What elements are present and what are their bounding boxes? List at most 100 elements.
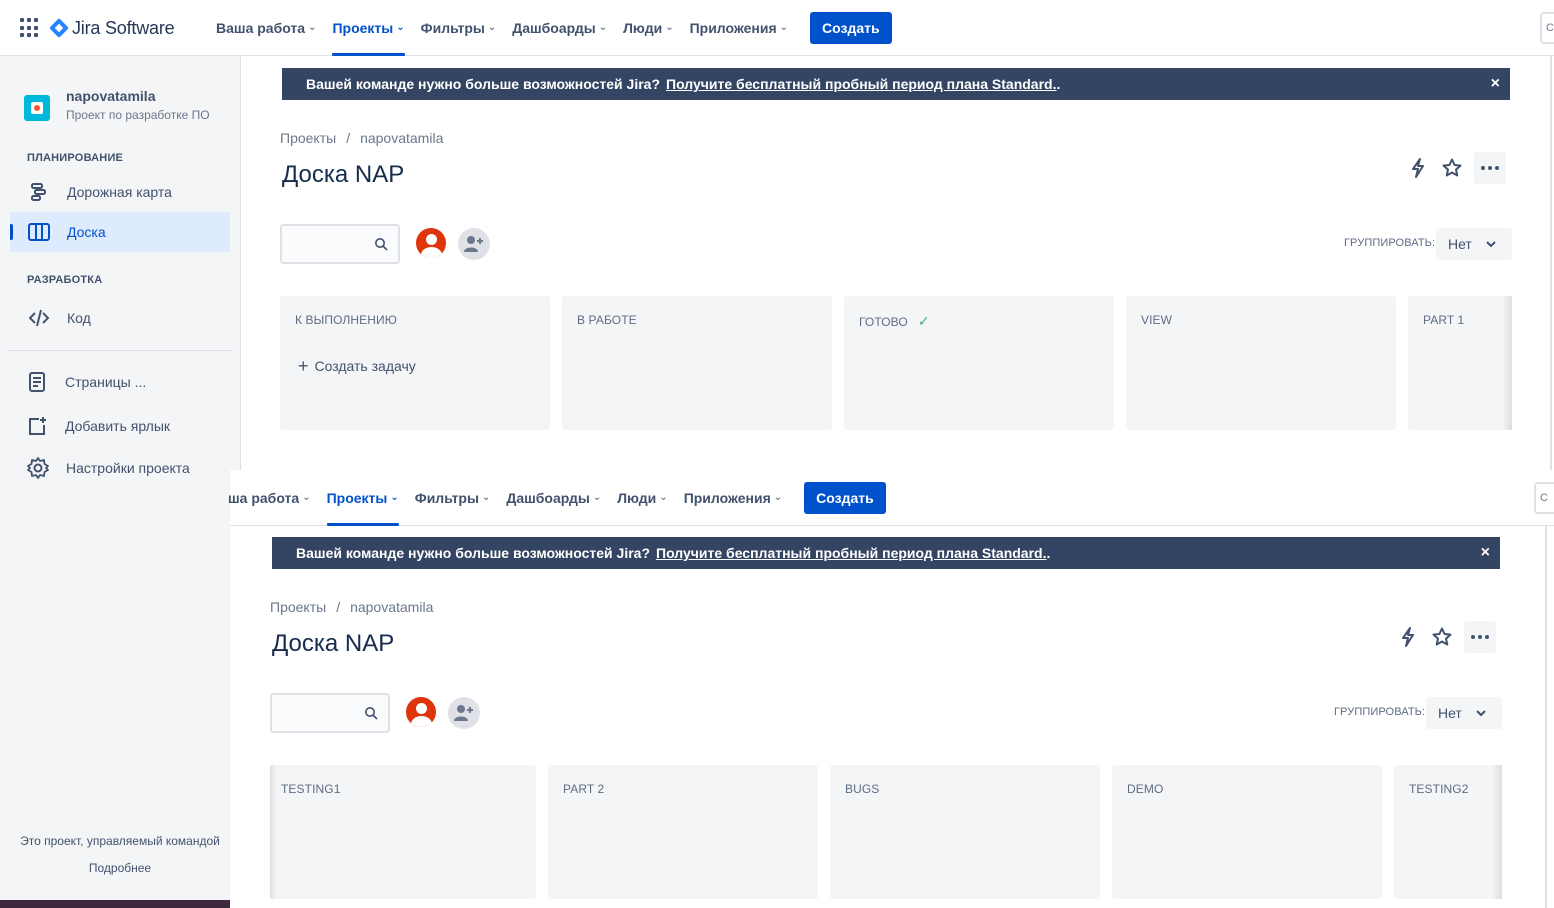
- project-type: Проект по разработке ПО: [66, 108, 210, 122]
- board-search-input[interactable]: [280, 224, 400, 264]
- nav-projects[interactable]: Проекты ⌄: [324, 0, 412, 56]
- nav-label: Проекты: [332, 20, 394, 36]
- close-icon[interactable]: ×: [1481, 545, 1490, 561]
- nav-label: Дашбоарды: [506, 490, 590, 506]
- add-person-icon[interactable]: [458, 228, 490, 260]
- more-icon[interactable]: [1474, 152, 1506, 184]
- create-button[interactable]: Создать: [804, 482, 886, 514]
- nav-label: Приложения: [683, 490, 771, 506]
- sidebar-item-settings[interactable]: Настройки проекта: [10, 448, 230, 488]
- upgrade-banner: Вашей команде нужно больше возможностей …: [282, 68, 1510, 100]
- board-column: ГОТОВО ✓: [844, 296, 1114, 430]
- nav-your-work[interactable]: Ваша работа ⌄: [208, 0, 324, 56]
- sidebar-footer-link[interactable]: Подробнее: [0, 861, 240, 875]
- add-person-icon[interactable]: [448, 697, 480, 729]
- header-actions: [1406, 152, 1506, 184]
- column-title-text: В РАБОТЕ: [577, 313, 637, 327]
- add-shortcut-icon: [25, 414, 49, 438]
- chevron-down-icon: ⌄: [481, 491, 491, 503]
- breadcrumb-projects[interactable]: Проекты: [270, 599, 326, 615]
- breadcrumb-project[interactable]: napovatamila: [350, 599, 433, 615]
- banner-link[interactable]: Получите бесплатный пробный период плана…: [666, 76, 1056, 92]
- board-column: BUGS: [830, 765, 1100, 899]
- board-column: DEMO: [1112, 765, 1382, 899]
- search-icon: [364, 706, 378, 725]
- chevron-down-icon: [1486, 241, 1496, 248]
- sidebar-item-code[interactable]: Код: [10, 298, 230, 338]
- board-column: TESTING1: [270, 765, 536, 899]
- sidebar-item-board[interactable]: Доска: [10, 212, 230, 252]
- pages-icon: [25, 370, 49, 394]
- search-input[interactable]: С: [1540, 12, 1554, 44]
- board-icon: [27, 220, 51, 244]
- sidebar-item-label: Добавить ярлык: [65, 418, 171, 434]
- product-name: Jira Software: [72, 17, 175, 38]
- nav-dashboards[interactable]: Дашбоарды ⌄: [498, 470, 609, 526]
- sidebar-item-label: Настройки проекта: [66, 460, 190, 476]
- nav-filters[interactable]: Фильтры ⌄: [407, 470, 499, 526]
- create-button[interactable]: Создать: [810, 12, 892, 44]
- create-task-button[interactable]: + Создать задачу: [298, 356, 416, 376]
- search-input[interactable]: С: [1534, 482, 1554, 514]
- column-title: PART 1: [1423, 313, 1464, 327]
- project-avatar-icon: [24, 95, 50, 121]
- sidebar-footer-text: Это проект, управляемый командой: [20, 834, 220, 848]
- nav-people[interactable]: Люди ⌄: [609, 470, 675, 526]
- chevron-down-icon: ⌄: [390, 491, 399, 503]
- user-avatar-icon[interactable]: [414, 226, 448, 260]
- nav-filters[interactable]: Фильтры ⌄: [413, 0, 505, 56]
- group-by-select[interactable]: Нет: [1436, 228, 1512, 260]
- sidebar-item-roadmap[interactable]: Дорожная карта: [10, 172, 230, 212]
- primary-nav: Ваша работа ⌄ Проекты ⌄ Фильтры ⌄ Дашбоарды…: [208, 0, 892, 56]
- project-header[interactable]: napovatamila Проект по разработке ПО: [24, 88, 210, 122]
- gear-icon: [26, 456, 50, 480]
- column-title-text: К ВЫПОЛНЕНИЮ: [295, 313, 397, 327]
- breadcrumb-projects[interactable]: Проекты: [280, 130, 336, 146]
- primary-nav: ша работа ⌄ Проекты ⌄ Фильтры ⌄ Дашбоарды ⌄ …: [220, 470, 886, 526]
- create-task-label: Создать задачу: [314, 358, 416, 374]
- column-title: В РАБОТЕ: [577, 313, 637, 327]
- nav-label: Фильтры: [420, 20, 485, 36]
- sidebar-item-pages[interactable]: Страницы ...: [10, 362, 230, 402]
- close-icon[interactable]: ×: [1491, 76, 1500, 92]
- nav-projects[interactable]: Проекты ⌄: [319, 470, 407, 526]
- group-by-label: ГРУППИРОВАТЬ:: [1344, 237, 1436, 249]
- nav-dashboards[interactable]: Дашбоарды ⌄: [504, 0, 615, 56]
- scroll-fade: [1502, 296, 1512, 430]
- apps-grid-icon[interactable]: [20, 18, 40, 38]
- banner-text: Вашей команде нужно больше возможностей …: [306, 76, 661, 92]
- nav-label: Дашбоарды: [512, 20, 596, 36]
- project-sidebar: napovatamila Проект по разработке ПО ПЛА…: [0, 56, 241, 908]
- lightning-icon[interactable]: [1406, 156, 1430, 180]
- board-search-input[interactable]: [270, 693, 390, 733]
- jira-logo[interactable]: Jira Software: [49, 16, 175, 40]
- column-title-text: BUGS: [845, 782, 880, 796]
- chevron-down-icon: ⌄: [659, 491, 668, 503]
- page-title: Доска NAP: [272, 630, 395, 657]
- nav-people[interactable]: Люди ⌄: [615, 0, 681, 56]
- sidebar-item-label: Код: [67, 310, 91, 326]
- more-icon[interactable]: [1464, 621, 1496, 653]
- sidebar-item-label: Дорожная карта: [67, 184, 172, 200]
- group-by-value: Нет: [1448, 236, 1472, 252]
- nav-apps[interactable]: Приложения ⌄: [682, 0, 796, 56]
- nav-your-work[interactable]: ша работа ⌄: [220, 470, 319, 526]
- banner-text: Вашей команде нужно больше возможностей …: [296, 545, 651, 561]
- jira-logo-icon: [49, 18, 69, 38]
- user-avatar-icon[interactable]: [404, 695, 438, 729]
- sidebar-item-label: Страницы ...: [65, 374, 147, 390]
- banner-link[interactable]: Получите бесплатный пробный период плана…: [656, 545, 1046, 561]
- column-title-text: TESTING2: [1409, 782, 1469, 796]
- group-by-select[interactable]: Нет: [1426, 697, 1502, 729]
- star-icon[interactable]: [1430, 625, 1454, 649]
- project-name: napovatamila: [66, 88, 156, 104]
- sidebar-item-add-shortcut[interactable]: Добавить ярлык: [10, 406, 230, 446]
- plus-icon: +: [298, 356, 309, 376]
- star-icon[interactable]: [1440, 156, 1464, 180]
- sidebar-item-label: Доска: [67, 224, 106, 240]
- scroll-fade: [270, 765, 276, 899]
- lightning-icon[interactable]: [1396, 625, 1420, 649]
- column-title: TESTING1: [281, 782, 340, 796]
- nav-apps[interactable]: Приложения ⌄: [676, 470, 790, 526]
- breadcrumb-project[interactable]: napovatamila: [360, 130, 443, 146]
